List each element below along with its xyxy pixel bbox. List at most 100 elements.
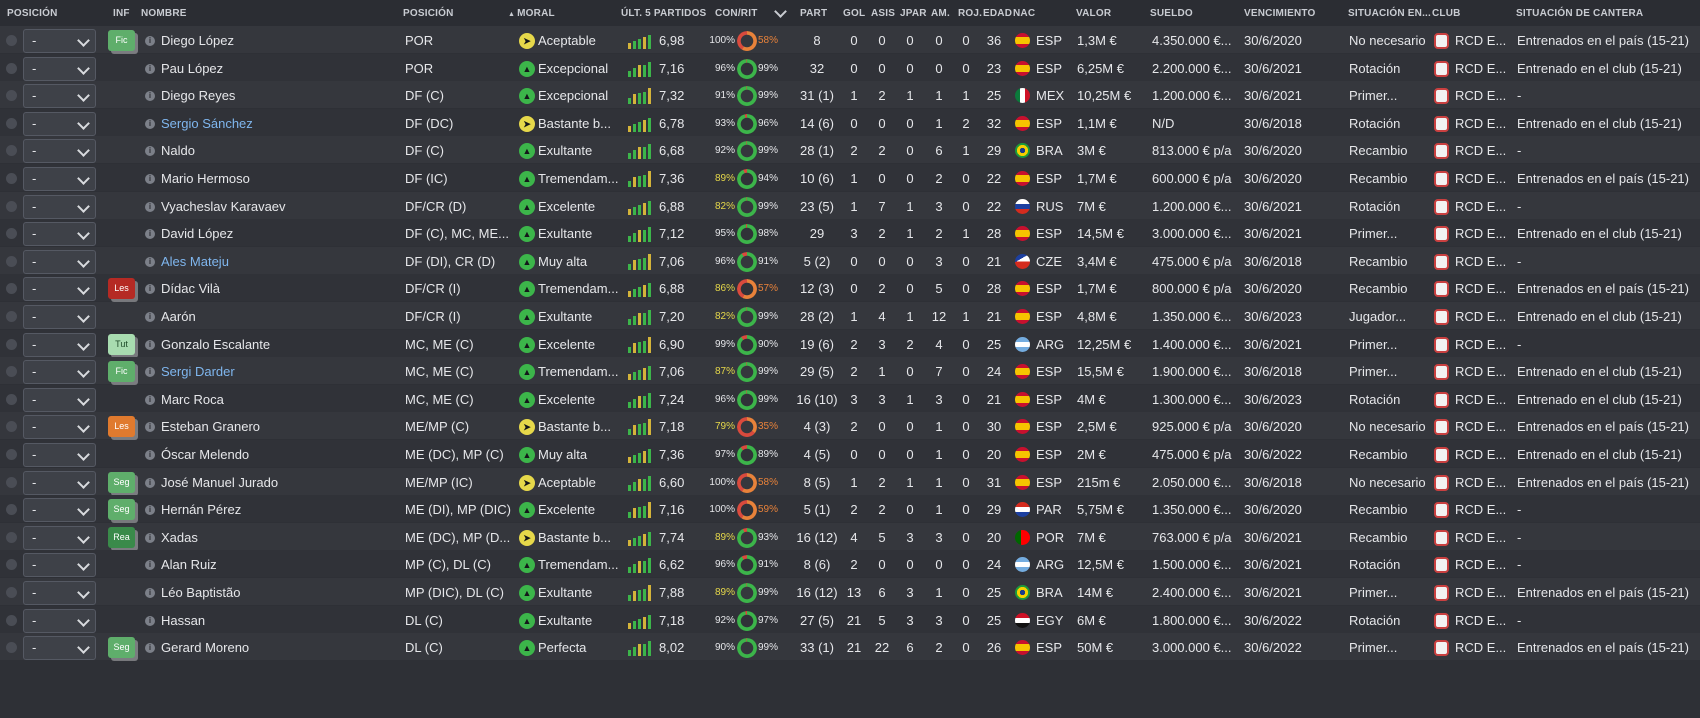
chevron-down-icon[interactable] (77, 448, 90, 461)
info-icon[interactable]: i (145, 91, 155, 102)
player-name[interactable]: Dídac Vilà (161, 274, 391, 304)
table-row[interactable]: - Les i Dídac Vilà DF/CR (I) ▲ Tremendam... 6,8… (0, 274, 1700, 304)
row-checkbox[interactable] (6, 62, 17, 74)
info-icon[interactable]: i (145, 450, 155, 460)
info-icon[interactable]: i (145, 118, 155, 129)
info-icon[interactable]: i (145, 63, 155, 74)
player-name[interactable]: Léo Baptistão (161, 578, 391, 608)
chevron-down-icon[interactable] (77, 337, 90, 351)
info-icon[interactable]: i (145, 532, 155, 543)
table-row[interactable]: - Tut i Gonzalo Escalante MC, ME (C) ▲ Excelen… (0, 329, 1700, 360)
header-cantera[interactable]: SITUACIÓN DE CANTERA (1516, 8, 1643, 19)
chevron-down-icon[interactable] (77, 254, 90, 268)
row-checkbox[interactable] (6, 311, 17, 322)
table-row[interactable]: - i David López DF (C), MC, ME... ▲ Exultante… (0, 219, 1700, 249)
row-checkbox[interactable] (6, 587, 17, 598)
row-checkbox[interactable] (6, 35, 17, 46)
table-row[interactable]: - i Sergio Sánchez DF (DC) ➤ Bastante b... 6,7… (0, 108, 1700, 139)
header-club[interactable]: CLUB (1432, 8, 1461, 19)
row-checkbox[interactable] (6, 476, 17, 488)
player-name[interactable]: Gonzalo Escalante (161, 330, 391, 360)
info-icon[interactable]: i (145, 229, 155, 240)
info-icon[interactable]: i (145, 560, 155, 571)
position-select[interactable]: - (23, 56, 96, 81)
position-select[interactable]: - (23, 360, 96, 385)
player-name[interactable]: Naldo (161, 136, 391, 166)
table-row[interactable]: - Seg i José Manuel Jurado ME/MP (IC) ➤ Acepta… (0, 467, 1700, 498)
position-select[interactable]: - (23, 415, 96, 440)
header-valor[interactable]: VALOR (1076, 8, 1111, 19)
chevron-down-icon[interactable] (77, 227, 90, 241)
position-select[interactable]: - (23, 608, 96, 633)
position-select[interactable]: - (23, 581, 96, 605)
header-gol[interactable]: GOL (843, 8, 865, 19)
header-nac[interactable]: NAC (1013, 8, 1035, 19)
chevron-down-icon[interactable] (77, 475, 90, 489)
row-checkbox[interactable] (6, 421, 17, 433)
chevron-down-icon[interactable] (77, 61, 90, 75)
player-name[interactable]: Sergio Sánchez (161, 109, 391, 139)
position-select[interactable]: - (23, 139, 96, 164)
row-checkbox[interactable] (6, 531, 17, 543)
chevron-down-icon[interactable] (77, 392, 90, 406)
position-select[interactable]: - (23, 29, 96, 53)
table-row[interactable]: - Seg i Gerard Moreno DL (C) ▲ Perfecta 8,02 90%… (0, 633, 1700, 663)
row-checkbox[interactable] (6, 614, 17, 626)
info-icon[interactable]: i (145, 367, 155, 378)
position-select[interactable]: - (23, 167, 96, 191)
info-icon[interactable]: i (145, 174, 155, 184)
position-select[interactable]: - (23, 332, 96, 357)
table-row[interactable]: - i Diego Reyes DF (C) ▲ Excepcional 7,32 91% 99… (0, 81, 1700, 109)
table-row[interactable]: - i Ales Mateju DF (DI), CR (D) ▲ Muy alta 7,0… (0, 246, 1700, 274)
header-inf[interactable]: INF (113, 8, 130, 19)
player-name[interactable]: David López (161, 219, 391, 249)
table-row[interactable]: - i Alan Ruiz MP (C), DL (C) ▲ Tremendam... 6,… (0, 550, 1700, 578)
position-select[interactable]: - (23, 498, 96, 523)
position-select[interactable]: - (23, 525, 96, 550)
table-row[interactable]: - i Léo Baptistão MP (DIC), DL (C) ▲ Exultant… (0, 578, 1700, 605)
info-icon[interactable]: i (145, 36, 155, 46)
header-posicion-sel[interactable]: POSICIÓN (7, 8, 58, 19)
position-select[interactable]: - (23, 277, 96, 302)
player-name[interactable]: Gerard Moreno (161, 633, 391, 663)
chevron-down-icon[interactable] (77, 172, 90, 185)
position-select[interactable]: - (23, 636, 96, 661)
table-row[interactable]: - i Pau López POR ▲ Excepcional 7,16 96% 99% 32 0 0… (0, 53, 1700, 84)
info-icon[interactable]: i (145, 339, 155, 350)
player-name[interactable]: José Manuel Jurado (161, 468, 391, 498)
chevron-down-icon[interactable] (77, 144, 90, 158)
row-checkbox[interactable] (6, 173, 17, 184)
player-name[interactable]: Pau López (161, 54, 391, 84)
table-row[interactable]: - i Aarón DF/CR (I) ▲ Exultante 7,20 82% 99% 28 (… (0, 302, 1700, 329)
chevron-down-icon[interactable] (77, 641, 90, 655)
row-checkbox[interactable] (6, 145, 17, 157)
header-edad[interactable]: EDAD (983, 8, 1012, 19)
row-checkbox[interactable] (6, 200, 17, 212)
row-checkbox[interactable] (6, 228, 17, 240)
row-checkbox[interactable] (6, 642, 17, 654)
info-icon[interactable]: i (145, 643, 155, 654)
info-icon[interactable]: i (145, 201, 155, 212)
table-row[interactable]: - i Naldo DF (C) ▲ Exultante 6,68 92% 99% 28 (1) 2… (0, 136, 1700, 166)
table-row[interactable]: - i Mario Hermoso DF (IC) ▲ Tremendam... 7,36 8… (0, 164, 1700, 191)
player-name[interactable]: Esteban Granero (161, 412, 391, 442)
table-row[interactable]: - i Óscar Melendo ME (DC), MP (C) ▲ Muy alta 7… (0, 440, 1700, 467)
chevron-down-icon[interactable] (77, 310, 90, 323)
player-name[interactable]: Óscar Melendo (161, 440, 391, 470)
player-name[interactable]: Marc Roca (161, 385, 391, 415)
player-name[interactable]: Mario Hermoso (161, 164, 391, 194)
row-checkbox[interactable] (6, 90, 17, 102)
header-conrit[interactable]: CON/RIT (715, 8, 758, 19)
position-select[interactable]: - (23, 84, 96, 109)
player-name[interactable]: Aarón (161, 302, 391, 332)
header-jpar[interactable]: JPAR (900, 8, 927, 19)
table-row[interactable]: - i Vyacheslav Karavaev DF/CR (D) ▲ Excelente… (0, 191, 1700, 219)
position-select[interactable]: - (23, 553, 96, 578)
info-icon[interactable]: i (145, 588, 155, 598)
row-checkbox[interactable] (6, 449, 17, 460)
position-select[interactable]: - (23, 222, 96, 247)
header-sueldo[interactable]: SUELDO (1150, 8, 1193, 19)
row-checkbox[interactable] (6, 117, 17, 129)
table-row[interactable]: - Fic i Sergi Darder MC, ME (C) ▲ Tremendam...… (0, 357, 1700, 385)
chevron-down-icon[interactable] (77, 365, 90, 379)
